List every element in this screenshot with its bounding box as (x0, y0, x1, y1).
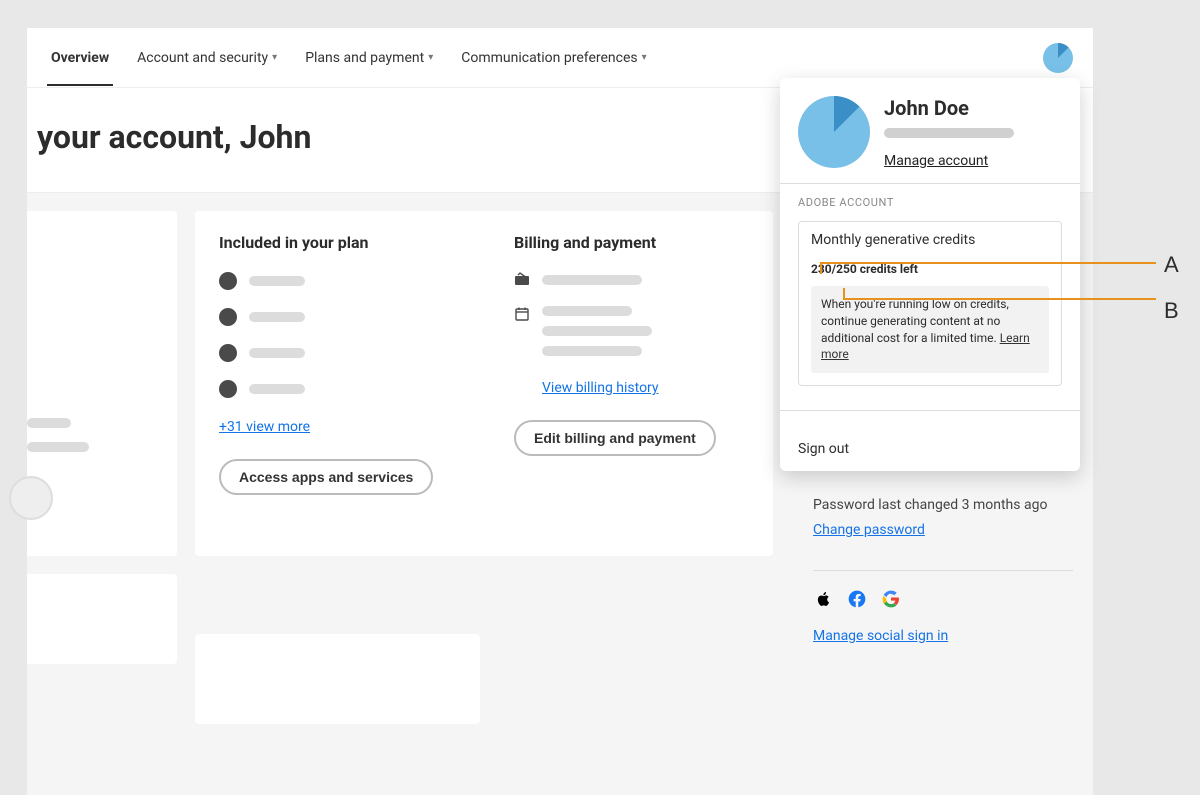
manage-account-link[interactable]: Manage account (884, 153, 988, 169)
chevron-down-icon: ▾ (642, 52, 647, 63)
plan-details-panel: Included in your plan +31 view more Acce… (195, 211, 773, 556)
tab-plans-label: Plans and payment (305, 50, 424, 66)
credits-title: Monthly generative credits (811, 232, 1049, 248)
tab-comm-label: Communication preferences (461, 50, 637, 66)
chevron-down-icon: ▾ (272, 52, 277, 63)
access-apps-button[interactable]: Access apps and services (219, 459, 433, 495)
facebook-icon (847, 589, 867, 613)
sign-out-button[interactable]: Sign out (798, 423, 1062, 457)
popover-user-name: John Doe (884, 96, 1014, 120)
tab-account-label: Account and security (137, 50, 268, 66)
app-item (219, 272, 454, 290)
change-password-link[interactable]: Change password (813, 522, 925, 538)
view-billing-history-link[interactable]: View billing history (542, 380, 659, 396)
annotation-label-b: B (1164, 298, 1179, 324)
calendar-icon (514, 306, 530, 322)
annotation-marker-a (820, 262, 822, 274)
billing-col: Billing and payment (514, 233, 749, 495)
app-item (219, 344, 454, 362)
edit-billing-button[interactable]: Edit billing and payment (514, 420, 716, 456)
annotation-line-a (820, 262, 1156, 264)
popover-section-label: ADOBE ACCOUNT (798, 196, 1062, 209)
avatar (798, 96, 870, 168)
card-icon (514, 272, 530, 288)
plan-summary-panel-cut (27, 211, 177, 556)
app-item (219, 308, 454, 326)
credits-card: Monthly generative credits 230/250 credi… (798, 221, 1062, 386)
tab-communication[interactable]: Communication preferences ▾ (447, 30, 660, 86)
tab-plans-payment[interactable]: Plans and payment ▾ (291, 30, 447, 86)
billing-title: Billing and payment (514, 233, 749, 252)
google-icon (881, 589, 901, 613)
annotation-label-a: A (1164, 252, 1179, 278)
app-item (219, 380, 454, 398)
lower-panel (195, 634, 480, 724)
annotation-marker-b (843, 288, 845, 300)
credits-remaining: 230/250 credits left (811, 262, 1049, 276)
included-title: Included in your plan (219, 233, 454, 252)
credits-note-text: When you're running low on credits, cont… (821, 297, 1009, 345)
account-popover: John Doe Manage account ADOBE ACCOUNT Mo… (780, 78, 1080, 471)
included-in-plan-col: Included in your plan +31 view more Acce… (219, 233, 454, 495)
annotation-line-b (843, 298, 1156, 300)
manage-social-link[interactable]: Manage social sign in (813, 628, 948, 644)
social-providers (813, 570, 1073, 625)
chevron-down-icon: ▾ (428, 52, 433, 63)
billing-item (514, 306, 749, 356)
tab-overview[interactable]: Overview (37, 30, 123, 86)
view-more-apps-link[interactable]: +31 view more (219, 419, 310, 435)
email-placeholder (884, 128, 1014, 138)
avatar[interactable] (1043, 43, 1073, 73)
apple-icon (813, 589, 833, 613)
tab-account-security[interactable]: Account and security ▾ (123, 30, 291, 86)
billing-item (514, 272, 749, 288)
lower-panel (27, 574, 177, 664)
password-last-changed-text: Password last changed 3 months ago (813, 497, 1073, 513)
